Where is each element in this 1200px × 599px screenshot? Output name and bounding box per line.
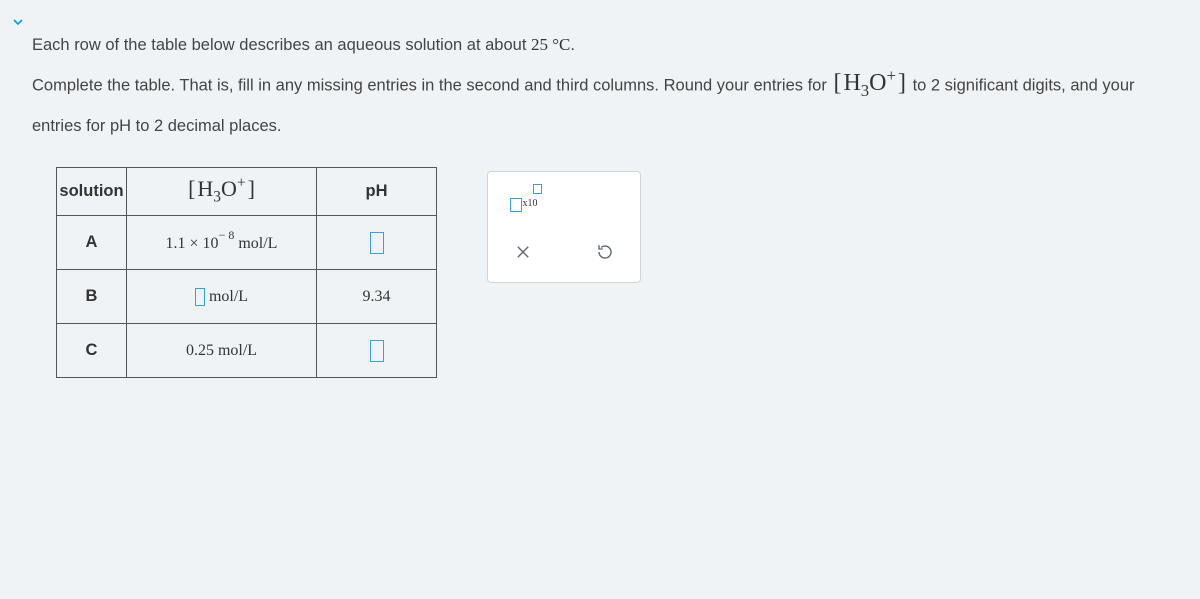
row-c-h3o: 0.25 mol/L — [127, 324, 317, 378]
instruction-line-2: Complete the table. That is, fill in any… — [32, 62, 1168, 143]
table-row: C 0.25 mol/L — [57, 324, 437, 378]
row-a-exp: − 8 — [219, 228, 235, 242]
solution-table: solution [H3O+] pH A 1.1 × 10− 8 mol/L B — [56, 167, 437, 378]
instr1-post: . — [570, 36, 575, 54]
instr1-temp: 25 °C — [531, 35, 570, 54]
chevron-down-icon — [10, 14, 26, 30]
row-b-label: B — [57, 270, 127, 324]
row-b-h3o-input[interactable]: mol/L — [127, 270, 317, 324]
scientific-notation-button[interactable]: x10 — [502, 185, 544, 219]
undo-icon — [596, 243, 614, 261]
row-c-ph-input[interactable] — [317, 324, 437, 378]
instr2-pre: Complete the table. That is, fill in any… — [32, 76, 831, 94]
instr1-pre: Each row of the table below describes an… — [32, 36, 531, 54]
table-row: A 1.1 × 10− 8 mol/L — [57, 216, 437, 270]
instruction-line-1: Each row of the table below describes an… — [32, 28, 1168, 62]
header-ph: pH — [317, 168, 437, 216]
blank-input-icon — [370, 232, 384, 254]
header-solution: solution — [57, 168, 127, 216]
row-c-label: C — [57, 324, 127, 378]
row-a-ph-input[interactable] — [317, 216, 437, 270]
blank-input-icon — [370, 340, 384, 362]
row-a-label: A — [57, 216, 127, 270]
blank-input-icon — [195, 288, 205, 306]
row-a-unit: mol/L — [234, 235, 277, 252]
reset-button[interactable] — [584, 235, 626, 269]
row-a-h3o: 1.1 × 10− 8 mol/L — [127, 216, 317, 270]
scientific-notation-icon: x10 — [508, 190, 539, 214]
row-a-coef: 1.1 × 10 — [166, 235, 219, 252]
input-toolbox: x10 — [487, 171, 641, 283]
h3o-formula-inline: [H3O+] — [831, 59, 908, 107]
table-row: B mol/L 9.34 — [57, 270, 437, 324]
clear-button[interactable] — [502, 235, 544, 269]
row-b-ph: 9.34 — [317, 270, 437, 324]
expand-chevron-button[interactable] — [4, 8, 32, 36]
times-icon — [514, 243, 532, 261]
header-h3o: [H3O+] — [127, 168, 317, 216]
row-b-unit: mol/L — [205, 288, 248, 305]
